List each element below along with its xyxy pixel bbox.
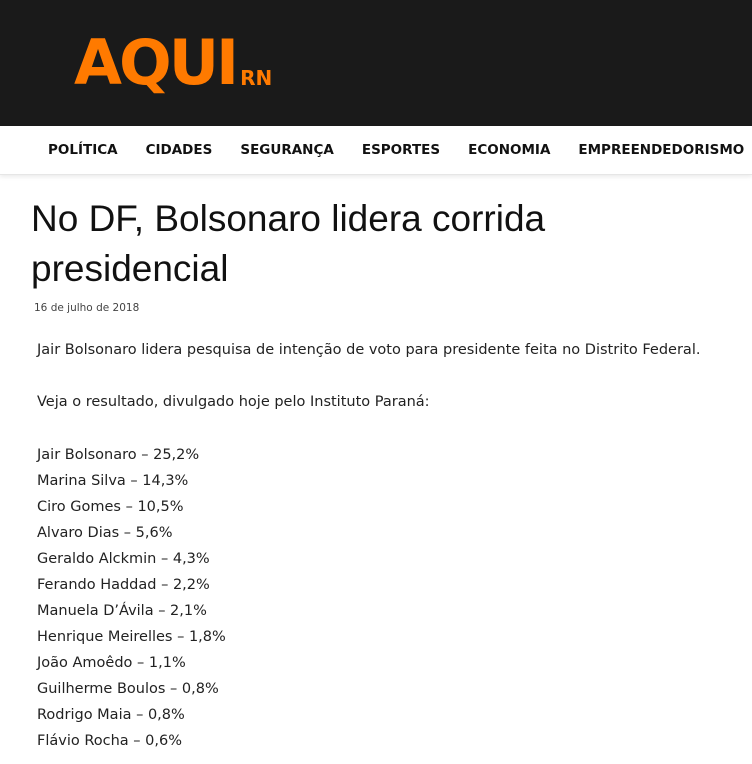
site-logo[interactable]: AQUI RN bbox=[74, 32, 272, 94]
list-item: Jair Bolsonaro – 25,2% bbox=[37, 447, 200, 463]
list-item: Ciro Gomes – 10,5% bbox=[37, 499, 184, 515]
results-list: Jair Bolsonaro – 25,2% Marina Silva – 14… bbox=[37, 442, 226, 754]
list-item: Henrique Meirelles – 1,8% bbox=[37, 629, 226, 645]
nav-items: POLÍTICA CIDADES SEGURANÇA ESPORTES ECON… bbox=[48, 126, 752, 174]
logo-main-text: AQUI bbox=[74, 26, 239, 99]
nav-item-esportes[interactable]: ESPORTES bbox=[362, 142, 440, 158]
list-item: Ferando Haddad – 2,2% bbox=[37, 577, 210, 593]
article-lead: Veja o resultado, divulgado hoje pelo In… bbox=[37, 394, 430, 410]
nav-item-seguranca[interactable]: SEGURANÇA bbox=[240, 142, 334, 158]
article-date: 16 de julho de 2018 bbox=[34, 302, 140, 314]
main-nav: POLÍTICA CIDADES SEGURANÇA ESPORTES ECON… bbox=[0, 126, 752, 175]
logo-sub-text: RN bbox=[240, 66, 273, 90]
list-item: João Amoêdo – 1,1% bbox=[37, 655, 186, 671]
list-item: Guilherme Boulos – 0,8% bbox=[37, 681, 219, 697]
nav-item-politica[interactable]: POLÍTICA bbox=[48, 142, 118, 158]
nav-item-cidades[interactable]: CIDADES bbox=[146, 142, 213, 158]
list-item: Manuela D’Ávila – 2,1% bbox=[37, 603, 207, 619]
nav-item-economia[interactable]: ECONOMIA bbox=[468, 142, 550, 158]
article-intro: Jair Bolsonaro lidera pesquisa de intenç… bbox=[37, 342, 701, 358]
list-item: Alvaro Dias – 5,6% bbox=[37, 525, 173, 541]
list-item: Rodrigo Maia – 0,8% bbox=[37, 707, 185, 723]
site-header: AQUI RN bbox=[0, 0, 752, 126]
nav-item-empreendedorismo[interactable]: EMPREENDEDORISMO bbox=[578, 142, 744, 158]
article-title: No DF, Bolsonaro lidera corrida presiden… bbox=[31, 198, 546, 289]
list-item: Flávio Rocha – 0,6% bbox=[37, 733, 182, 749]
list-item: Marina Silva – 14,3% bbox=[37, 473, 189, 489]
list-item: Geraldo Alckmin – 4,3% bbox=[37, 551, 210, 567]
